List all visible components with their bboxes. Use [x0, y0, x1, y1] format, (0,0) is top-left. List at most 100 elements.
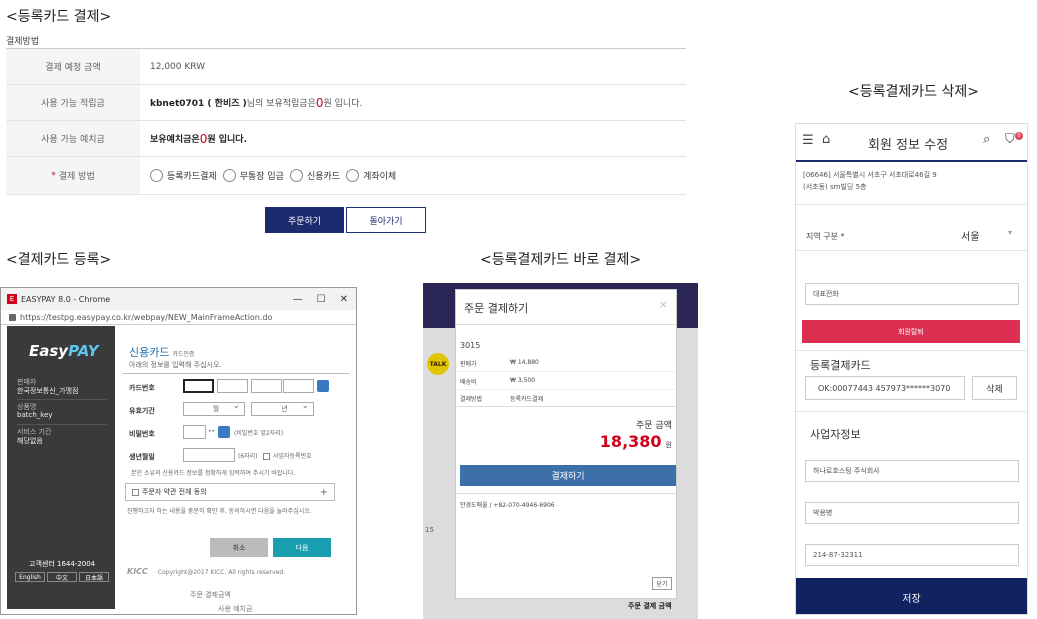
row-expected-amount: 결제 예정 금액 12,000 KRW — [6, 49, 686, 85]
total-amount: 18,380 — [599, 432, 662, 451]
row-points: 사용 가능 적립금 kbnet0701 ( 한비즈 ) 님의 보유적립금은 0 … — [6, 85, 686, 121]
agree-label: 주문자 약관 전체 동의 — [142, 488, 207, 496]
close-icon[interactable]: ✕ — [340, 294, 348, 305]
radio-account-transfer[interactable]: 계좌이체 — [346, 169, 396, 182]
registered-card-field: OK:00077443 457973******3070 — [805, 376, 965, 400]
expiry-month-select[interactable]: 월 — [183, 401, 245, 416]
business-name-input[interactable]: 하나로호스팅 주식회사 — [805, 460, 1019, 482]
address-bar[interactable]: https://testpg.easypay.co.kr/webpay/NEW_… — [1, 310, 356, 325]
cart-icon[interactable]: ⛉ — [1005, 132, 1015, 147]
agree-note: 진행하고자 하는 내용을 충분히 확인 후, 동의하시면 다음을 눌러주십시오. — [127, 508, 312, 515]
notice-text: 본인 소유의 신용카드 정보를 정확하게 입력하여 주시기 바랍니다. — [131, 470, 296, 477]
radio-circle-icon[interactable] — [222, 169, 236, 182]
checkbox-icon[interactable] — [263, 453, 270, 460]
radio-label: 계좌이체 — [363, 172, 397, 182]
easypay-logo: EasyPAY — [29, 342, 98, 360]
logo-easy: Easy — [29, 342, 69, 360]
registered-card-heading: 등록결제카드 — [810, 359, 871, 372]
expected-amount-value: 12,000 KRW — [150, 61, 206, 72]
page-title: 회원 정보 수정 — [868, 138, 949, 153]
order-button[interactable]: 주문하기 — [265, 207, 344, 233]
divider — [456, 493, 676, 494]
divider — [17, 399, 107, 400]
required-mark: * — [51, 170, 56, 181]
menu-icon[interactable]: ☰ — [802, 133, 814, 148]
withdraw-button[interactable]: 회원탈퇴 — [802, 320, 1020, 343]
next-button[interactable]: 다음 — [273, 538, 331, 557]
radio-circle-icon[interactable] — [346, 169, 360, 182]
radio-label: 신용카드 — [306, 172, 341, 182]
kicc-logo: KICC — [127, 567, 148, 576]
business-number-input[interactable]: 214-87-32311 — [805, 544, 1019, 566]
corp-card-checkbox[interactable]: 사업자등록번호 — [263, 451, 312, 460]
expand-plus-icon[interactable]: + — [320, 487, 328, 498]
radio-credit-card[interactable]: 신용카드 — [289, 169, 341, 182]
logo-pay: PAY — [68, 342, 99, 360]
card-number-input-2[interactable] — [217, 379, 248, 393]
business-info-heading: 사업자정보 — [810, 428, 861, 441]
birth-input[interactable] — [183, 448, 235, 462]
copyright-text: Copyright@2017 KICC. All rights reserved… — [157, 569, 286, 576]
row-payment-method: * 결제 방법 등록카드결제 무통장 입금 신용카드 계좌이체 — [6, 157, 686, 195]
easypay-window: E EASYPAY 8.0 - Chrome — ☐ ✕ https://tes… — [0, 287, 357, 615]
expiry-year-select[interactable]: 년 — [251, 401, 314, 416]
search-icon[interactable]: ⌕ — [983, 132, 990, 147]
corp-card-label: 사업자등록번호 — [273, 453, 312, 460]
maximize-icon[interactable]: ☐ — [317, 294, 326, 305]
background-peek-label: 사용 예치금 — [218, 605, 253, 613]
radio-registered-card[interactable]: 등록카드결제 — [150, 169, 217, 182]
easypay-sidebar: EasyPAY 판매자 한국정보통신_가맹점 상품명 batch_key 서비스… — [7, 326, 115, 609]
instruction-text: 아래의 정보를 입력해 주십시오. — [129, 361, 222, 369]
section-title-direct-pay: <등록결제카드 바로 결제> — [480, 252, 642, 268]
section-title-registered-card-payment: <등록카드 결제> — [6, 9, 112, 25]
close-button[interactable]: 닫기 — [652, 577, 672, 590]
card-number-input-1[interactable] — [183, 379, 214, 393]
cart-count-badge: 0 — [1015, 132, 1023, 140]
rep-phone-input[interactable]: 대표전화 — [805, 283, 1019, 305]
terms-agree-row[interactable]: 주문자 약관 전체 동의 + — [125, 483, 335, 501]
password-mask: •• — [208, 428, 216, 435]
payment-method-caption: 결제방법 — [6, 37, 40, 47]
footer: KICC Copyright@2017 KICC. All rights rese… — [127, 567, 285, 576]
birth-label: 생년월일 — [129, 453, 155, 461]
order-number: 3015 — [460, 341, 481, 350]
divider — [456, 389, 676, 390]
lang-chinese-button[interactable]: 中文 — [47, 572, 77, 582]
chevron-down-icon[interactable]: ▾ — [1008, 228, 1012, 237]
save-button[interactable]: 저장 — [796, 578, 1027, 614]
radio-circle-icon[interactable] — [150, 169, 163, 182]
delete-card-button[interactable]: 삭제 — [972, 376, 1017, 400]
divider — [796, 204, 1027, 205]
keypad-icon[interactable] — [218, 426, 230, 438]
radio-bank-transfer[interactable]: 무통장 입금 — [222, 169, 284, 182]
business-owner-input[interactable]: 박용병 — [805, 502, 1019, 524]
keypad-icon[interactable] — [317, 380, 329, 392]
close-icon[interactable]: × — [659, 298, 668, 311]
payment-method-label: 결제 방법 — [58, 172, 95, 182]
language-buttons: English 中文 日本語 — [15, 572, 109, 582]
easypay-form: 신용카드카드인증 아래의 정보를 입력해 주십시오. 카드번호 유효기간 월 년… — [117, 326, 355, 609]
cancel-button[interactable]: 취소 — [210, 538, 268, 557]
lang-japanese-button[interactable]: 日本語 — [79, 572, 109, 582]
region-select[interactable]: 서울 — [961, 228, 979, 243]
divider — [123, 373, 349, 374]
home-icon[interactable]: ⌂ — [822, 132, 830, 147]
pay-button[interactable]: 결제하기 — [460, 465, 676, 486]
modal-title: 주문 결제하기 — [464, 302, 529, 315]
divider — [17, 424, 107, 425]
lang-english-button[interactable]: English — [15, 572, 45, 582]
row-label: 사용 가능 예치금 — [6, 121, 140, 156]
password-input[interactable] — [183, 425, 206, 439]
back-button[interactable]: 돌아가기 — [346, 207, 426, 233]
radio-circle-icon[interactable] — [289, 169, 303, 182]
card-number-input-4[interactable] — [283, 379, 314, 393]
divider — [796, 350, 1027, 351]
minimize-icon[interactable]: — — [293, 294, 303, 305]
user-id: kbnet0701 ( 한비즈 ) — [150, 99, 247, 109]
birth-hint: (6자리) — [238, 453, 258, 460]
card-number-input-3[interactable] — [251, 379, 282, 393]
checkbox-icon[interactable] — [132, 488, 139, 496]
address-line: [06646] 서울특별시 서초구 서초대로46길 9 — [803, 171, 937, 179]
shipping-value: ₩ 3,500 — [510, 377, 536, 384]
deposit-amount: 0 — [199, 131, 208, 146]
